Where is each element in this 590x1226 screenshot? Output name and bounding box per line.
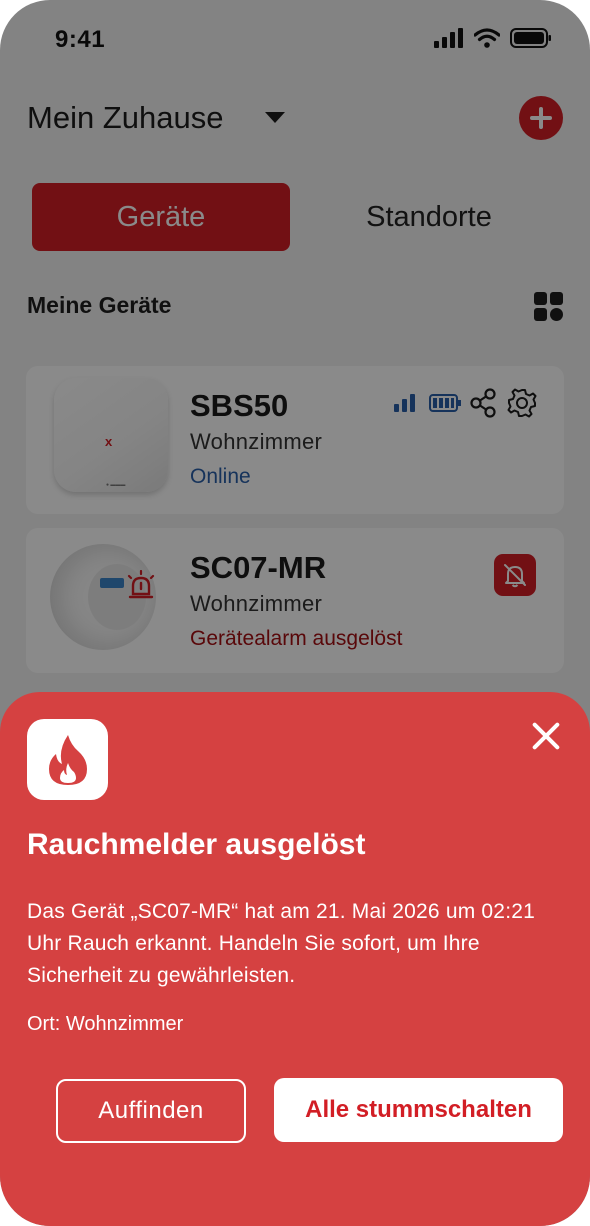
alert-title: Rauchmelder ausgelöst xyxy=(27,828,366,861)
locate-button[interactable]: Auffinden xyxy=(56,1079,246,1143)
close-icon[interactable] xyxy=(530,720,562,752)
flame-icon xyxy=(49,735,87,785)
phone-frame: 9:41 Mein Zuhause Geräte Standorte Meine… xyxy=(0,0,590,1226)
mute-all-button[interactable]: Alle stummschalten xyxy=(274,1078,563,1142)
alert-location: Ort: Wohnzimmer xyxy=(27,1013,184,1035)
alert-message: Das Gerät „SC07-MR“ hat am 21. Mai 2026 … xyxy=(27,900,535,987)
app-screen: 9:41 Mein Zuhause Geräte Standorte Meine… xyxy=(0,0,590,1226)
flame-badge xyxy=(27,719,108,800)
smoke-alert-sheet: Rauchmelder ausgelöst Das Gerät „SC07-MR… xyxy=(0,692,590,1226)
